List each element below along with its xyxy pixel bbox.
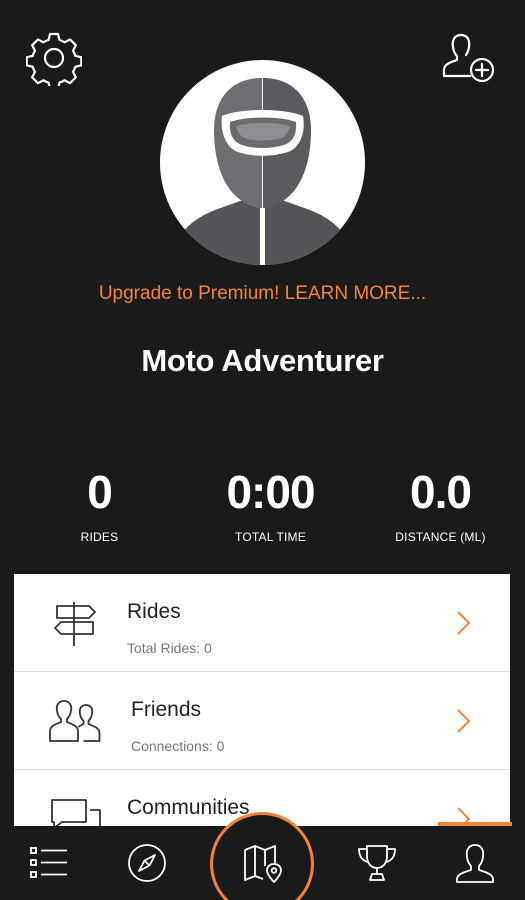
rider-helmet-avatar xyxy=(170,78,355,265)
tab-profile[interactable] xyxy=(430,826,520,900)
list-icon xyxy=(30,847,67,878)
signpost-icon xyxy=(46,598,106,648)
add-friend-button[interactable] xyxy=(438,28,500,88)
compass-icon xyxy=(128,844,166,882)
communities-icon xyxy=(46,794,106,827)
premium-promo-link[interactable]: Upgrade to Premium! LEARN MORE... xyxy=(99,283,426,304)
chevron-right-icon xyxy=(457,611,471,635)
stat-distance-value: 0.0 xyxy=(410,466,472,518)
trophy-icon xyxy=(358,845,396,881)
stat-total-time: 0:00 TOTAL TIME xyxy=(183,464,358,544)
stat-total-time-label: TOTAL TIME xyxy=(235,530,306,544)
friends-icon xyxy=(46,696,106,746)
add-user-icon xyxy=(442,33,495,83)
tab-feed[interactable] xyxy=(4,826,94,900)
menu-item-friends-title: Friends xyxy=(131,698,202,721)
profile-menu-card: Rides Total Rides: 0 Friends Connections… xyxy=(14,574,510,827)
gear-icon xyxy=(26,32,82,86)
menu-item-friends-subtitle: Connections: 0 xyxy=(131,738,225,754)
stat-total-time-value: 0:00 xyxy=(226,466,315,518)
profile-avatar[interactable] xyxy=(160,60,365,265)
profile-icon xyxy=(456,844,494,883)
menu-item-friends[interactable]: Friends Connections: 0 xyxy=(14,672,510,770)
chevron-right-icon xyxy=(457,709,471,733)
tab-map[interactable] xyxy=(212,826,314,900)
map-pin-icon xyxy=(244,845,282,883)
menu-item-rides-title: Rides xyxy=(127,600,181,623)
settings-button[interactable] xyxy=(24,28,84,88)
menu-item-communities-title: Communities xyxy=(127,796,250,819)
tab-leaderboard[interactable] xyxy=(332,826,422,900)
premium-promo[interactable]: Upgrade to Premium! LEARN MORE... xyxy=(0,283,525,305)
menu-item-rides[interactable]: Rides Total Rides: 0 xyxy=(14,574,510,672)
tab-explore[interactable] xyxy=(102,826,192,900)
stat-rides-label: RIDES xyxy=(80,530,119,544)
stat-rides-value: 0 xyxy=(87,466,113,518)
stat-distance: 0.0 DISTANCE (ML) xyxy=(353,464,525,544)
menu-item-rides-subtitle: Total Rides: 0 xyxy=(127,640,212,656)
stat-distance-label: DISTANCE (ML) xyxy=(395,530,486,544)
stat-rides: 0 RIDES xyxy=(12,464,187,544)
username: Moto Adventurer xyxy=(141,343,384,378)
